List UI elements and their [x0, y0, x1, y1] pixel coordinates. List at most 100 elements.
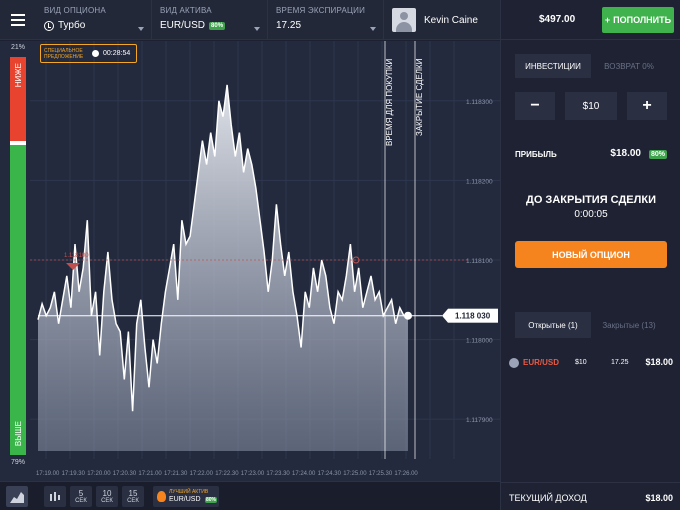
tab-investments[interactable]: ИНВЕСТИЦИИ — [515, 54, 591, 78]
best-asset-label: ЛУЧШИЙ АКТИВ — [169, 489, 209, 495]
x-tick-label: 17:22.00 — [190, 471, 214, 477]
interval-value: 5 — [78, 489, 84, 498]
trade-panel: $497.00 + ПОПОЛНИТЬ ИНВЕСТИЦИИ ВОЗВРАТ 0%… — [500, 0, 680, 510]
profit-value: $18.00 — [610, 148, 641, 159]
current-point-icon — [404, 311, 412, 320]
interval-unit: СЕК — [75, 498, 87, 504]
x-tick-label: 17:19.00 — [36, 471, 60, 477]
down-percent: 21% — [10, 44, 25, 51]
x-tick-label: 17:21.30 — [164, 471, 188, 477]
entry-price-label: 1.118100 — [64, 253, 89, 259]
interval-unit: СЕК — [127, 498, 139, 504]
x-tick-label: 17:24.00 — [292, 471, 316, 477]
best-asset-button[interactable]: ЛУЧШИЙ АКТИВ EUR/USD 80% — [153, 486, 219, 507]
asset-type-select[interactable]: ВИД АКТИВА EUR/USD 80% — [152, 0, 268, 40]
asset-payout-badge: 80% — [209, 21, 226, 30]
profit-label: ПРИБЫЛЬ — [515, 150, 557, 159]
y-tick-label: 1.117900 — [466, 417, 493, 424]
amount-input[interactable]: $10 — [565, 92, 617, 120]
avatar — [392, 8, 416, 32]
countdown-time: 0:00:05 — [574, 209, 608, 220]
balance-amount: $497.00 — [539, 14, 576, 25]
tab-open-deals[interactable]: Открытые (1) — [515, 312, 591, 338]
up-percent: 79% — [10, 459, 25, 466]
area-chart-icon[interactable] — [6, 486, 28, 507]
fire-icon — [157, 491, 166, 502]
up-label: ВЫШЕ — [14, 421, 23, 447]
profit-row: ПРИБЫЛЬ $18.00 80% — [515, 148, 667, 162]
plus-icon: + — [604, 15, 611, 25]
deal-asset: EUR/USD — [523, 358, 560, 367]
investment-tabs: ИНВЕСТИЦИИ ВОЗВРАТ 0% — [515, 54, 667, 78]
price-chart[interactable]: 1.118100 1.118 030 1.118300 1.118200 1.11810… — [0, 41, 500, 481]
deal-investment: $10 — [575, 359, 587, 366]
down-label: НИЖЕ — [14, 63, 23, 88]
candles-icon[interactable] — [44, 486, 66, 507]
x-tick-label: 17:25.00 — [343, 471, 367, 477]
interval-unit: СЕК — [101, 498, 113, 504]
asset-type-label: ВИД АКТИВА — [160, 6, 212, 15]
user-profile[interactable]: Kevin Caine — [392, 0, 500, 40]
balance-bar: $497.00 + ПОПОЛНИТЬ — [501, 0, 680, 40]
alarm-icon — [92, 50, 99, 57]
x-tick-label: 17:21.00 — [138, 471, 162, 477]
option-type-value: Турбо — [58, 20, 86, 31]
asset-type-value: EUR/USD — [160, 20, 206, 31]
deposit-button[interactable]: + ПОПОЛНИТЬ — [602, 7, 674, 33]
deposit-label: ПОПОЛНИТЬ — [613, 15, 672, 25]
price-pointer-icon — [442, 308, 448, 323]
interval-10s-button[interactable]: 10 СЕК — [96, 486, 118, 507]
x-tick-label: 17:19.30 — [62, 471, 86, 477]
interval-5s-button[interactable]: 5 СЕК — [70, 486, 92, 507]
option-type-select[interactable]: ВИД ОПЦИОНА Турбо — [36, 0, 152, 40]
y-tick-label: 1.118100 — [466, 258, 493, 265]
top-bar: ВИД ОПЦИОНА Турбо ВИД АКТИВА EUR/USD 80% … — [0, 0, 500, 40]
chevron-down-icon — [138, 27, 144, 31]
tab-refund[interactable]: ВОЗВРАТ 0% — [591, 54, 667, 78]
decrease-amount-button[interactable]: − — [515, 92, 555, 120]
offer-text: СПЕЦИАЛЬНОЕ ПРЕДЛОЖЕНИЕ — [44, 48, 84, 60]
x-tick-label: 17:20.00 — [87, 471, 111, 477]
income-value: $18.00 — [645, 493, 673, 503]
interval-value: 15 — [128, 489, 138, 498]
user-name: Kevin Caine — [424, 14, 478, 26]
option-type-label: ВИД ОПЦИОНА — [44, 6, 106, 15]
coin-icon — [509, 358, 519, 368]
deal-time: 17.25 — [611, 359, 629, 366]
increase-amount-button[interactable]: + — [627, 92, 667, 120]
interval-15s-button[interactable]: 15 СЕК — [122, 486, 144, 507]
expiration-value: 17.25 — [276, 20, 302, 31]
menu-icon[interactable] — [0, 0, 36, 40]
entry-marker-icon — [66, 262, 80, 270]
profit-badge: 80% — [648, 150, 667, 159]
current-income: ТЕКУЩИЙ ДОХОД $18.00 — [501, 482, 680, 510]
table-row[interactable]: EUR/USD $10 17.25 $18.00 — [501, 353, 680, 373]
x-tick-label: 17:22.30 — [215, 471, 239, 477]
x-tick-label: 17:25.30 — [369, 471, 393, 477]
up-bar[interactable] — [10, 145, 26, 455]
x-tick-label: 17:24.30 — [318, 471, 342, 477]
expiration-select[interactable]: ВРЕМЯ ЭКСПИРАЦИИ 17.25 — [268, 0, 384, 40]
interval-value: 10 — [102, 489, 112, 498]
chevron-down-icon — [370, 27, 376, 31]
best-asset-name: EUR/USD — [169, 496, 201, 503]
clock-icon — [44, 20, 54, 31]
special-offer[interactable]: СПЕЦИАЛЬНОЕ ПРЕДЛОЖЕНИЕ 00:28:54 — [40, 44, 137, 63]
best-asset-badge: 80% — [205, 497, 218, 503]
x-tick-label: 17:23.30 — [266, 471, 290, 477]
chart-svg: 1.118100 1.118 030 1.118300 1.118200 1.11810… — [30, 41, 500, 477]
bottom-toolbar: 5 СЕК 10 СЕК 15 СЕК ЛУЧШИЙ АКТИВ EUR/USD 80… — [0, 481, 500, 510]
countdown-title: ДО ЗАКРЫТИЯ СДЕЛКИ — [525, 194, 656, 206]
chevron-down-icon — [254, 27, 260, 31]
deals-tabs: Открытые (1) Закрытые (13) — [515, 312, 667, 338]
amount-stepper: − $10 + — [515, 92, 667, 120]
new-option-button[interactable]: НОВЫЙ ОПЦИОН — [515, 241, 667, 268]
trading-app: ВИД ОПЦИОНА Турбо ВИД АКТИВА EUR/USD 80% … — [0, 0, 680, 510]
y-tick-label: 1.118000 — [466, 338, 493, 345]
deal-close-label: ЗАКРЫТИЕ СДЕЛКИ — [415, 58, 424, 136]
x-tick-label: 17:23.00 — [241, 471, 265, 477]
income-label: ТЕКУЩИЙ ДОХОД — [509, 493, 587, 503]
tab-closed-deals[interactable]: Закрытые (13) — [591, 312, 667, 338]
offer-timer: 00:28:54 — [103, 50, 131, 57]
x-tick-label: 17:26.00 — [394, 471, 418, 477]
